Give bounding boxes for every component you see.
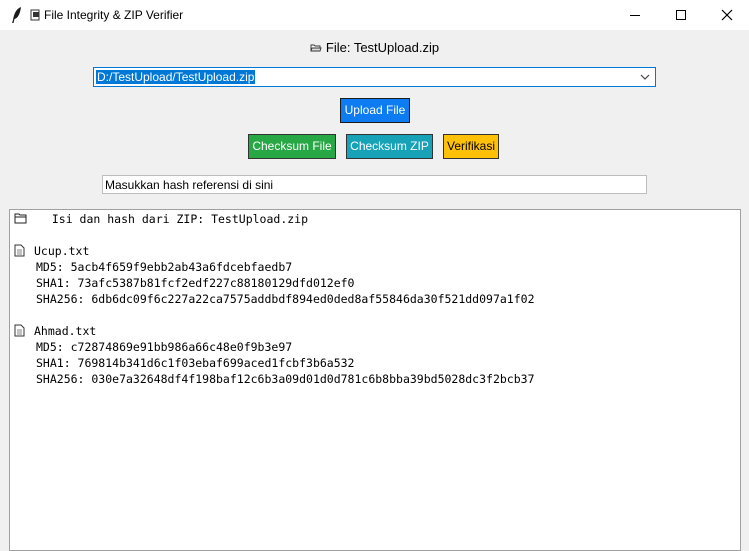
sha1-line: SHA1: 769814b341d6c1f03ebaf699aced1fcbf3… — [36, 356, 355, 370]
title-bar: File Integrity & ZIP Verifier — [0, 0, 749, 30]
checksum-zip-button[interactable]: Checksum ZIP — [346, 134, 433, 159]
document-icon — [14, 244, 25, 257]
open-folder-icon — [14, 213, 27, 224]
open-folder-icon — [310, 44, 322, 52]
file-path-value: D:/TestUpload/TestUpload.zip — [96, 70, 256, 84]
file-header: File: TestUpload.zip — [0, 38, 749, 56]
document-icon — [14, 324, 25, 337]
upload-file-button[interactable]: Upload File — [340, 98, 410, 123]
output-heading: Isi dan hash dari ZIP: TestUpload.zip — [38, 212, 309, 226]
sha256-line: SHA256: 6db6dc09f6c227a22ca7575addbdf894… — [36, 292, 535, 306]
maximize-icon — [676, 10, 686, 20]
md5-line: MD5: 5acb4f659f9ebb2ab43a6fdcebfaedb7 — [36, 260, 293, 274]
md5-line: MD5: c72874869e91bb986a66c48e0f9b3e97 — [36, 340, 293, 354]
maximize-button[interactable] — [658, 0, 704, 30]
verify-button[interactable]: Verifikasi — [443, 134, 499, 159]
file-name: Ahmad.txt — [34, 324, 97, 338]
sha1-line: SHA1: 73afc5387b81fcf2edf227c88180129dfd… — [36, 276, 355, 290]
feather-icon — [12, 7, 21, 23]
sha256-line: SHA256: 030e7a32648df4f198baf12c6b3a09d0… — [36, 372, 535, 386]
chevron-down-icon[interactable] — [639, 72, 651, 82]
app-window: File Integrity & ZIP Verifier File: Test… — [0, 0, 749, 551]
window-title: File Integrity & ZIP Verifier — [44, 8, 184, 22]
minimize-icon — [630, 15, 640, 16]
minimize-button[interactable] — [612, 0, 658, 30]
file-path-combobox[interactable]: D:/TestUpload/TestUpload.zip — [93, 67, 656, 87]
checksum-file-button[interactable]: Checksum File — [248, 134, 336, 159]
reference-hash-input[interactable] — [102, 175, 647, 194]
file-label: File: TestUpload.zip — [325, 39, 440, 55]
output-textarea[interactable]: Isi dan hash dari ZIP: TestUpload.zip Uc… — [9, 209, 741, 551]
document-icon — [30, 9, 40, 21]
file-name: Ucup.txt — [34, 244, 90, 258]
close-icon — [721, 9, 733, 21]
close-button[interactable] — [704, 0, 749, 30]
